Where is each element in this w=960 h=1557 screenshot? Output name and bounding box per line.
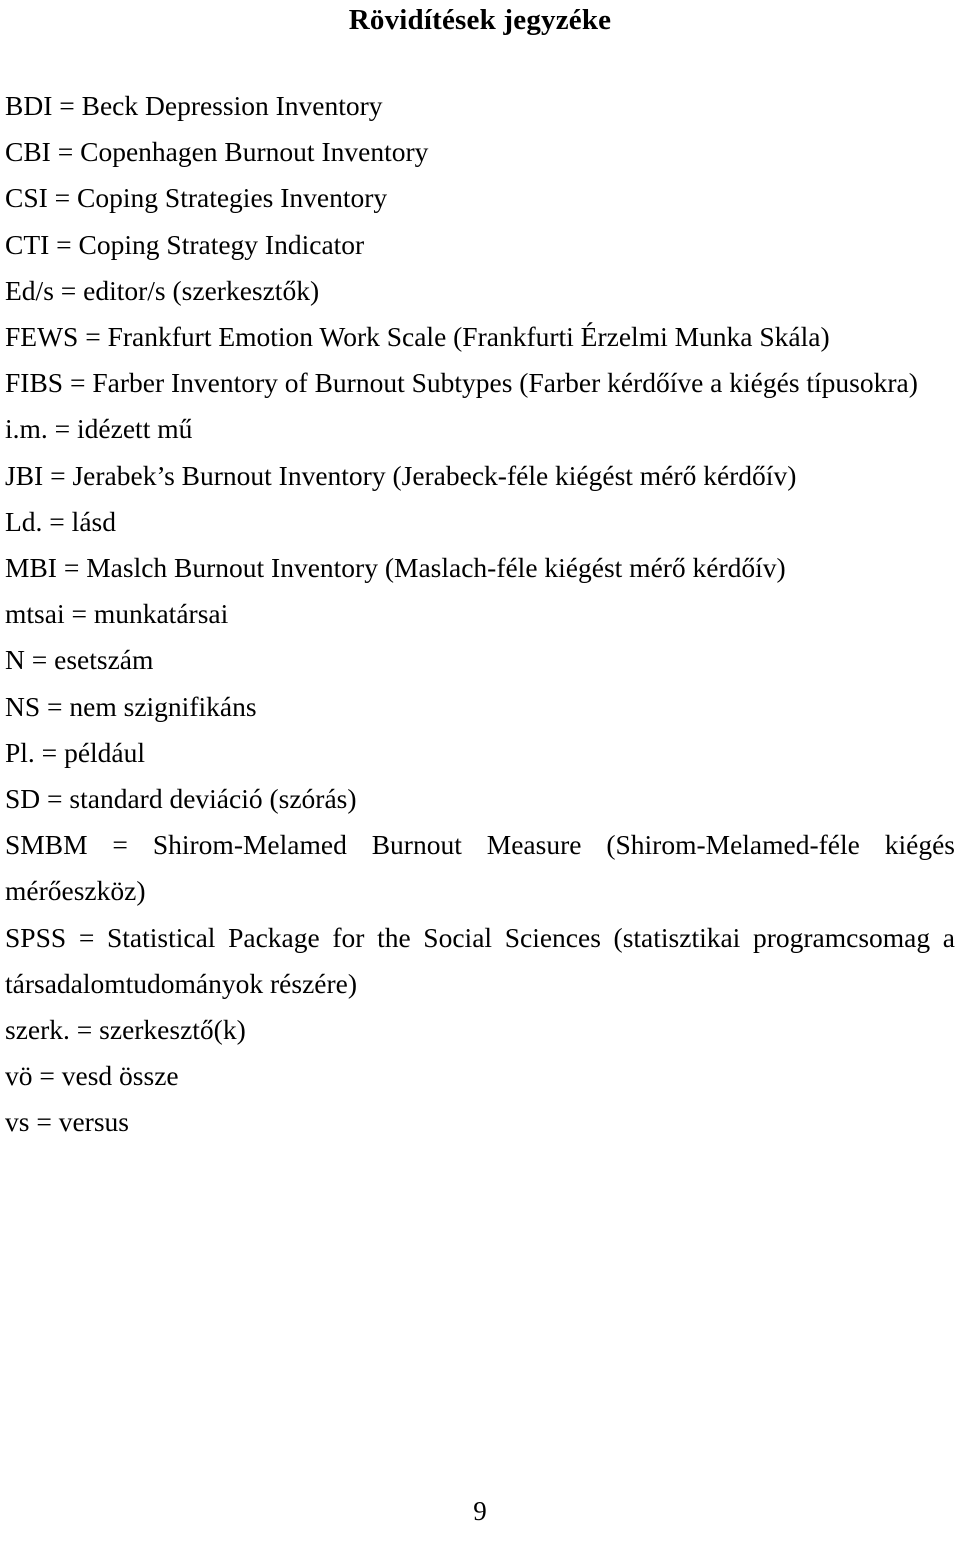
page-number: 9 — [473, 1496, 487, 1526]
abbreviation-entry: Ld. = lásd — [5, 505, 116, 537]
abbreviation-entry: szerk. = szerkesztő(k) — [5, 1014, 246, 1046]
page-title: Rövidítések jegyzéke — [348, 4, 612, 36]
document-page: Rövidítések jegyzéke BDI = Beck Depressi… — [0, 0, 960, 1557]
abbreviation-entry: SPSS = Statistical Package for the Socia… — [5, 921, 955, 999]
abbreviation-entry: Ed/s = editor/s (szerkesztők) — [5, 274, 320, 306]
abbreviation-entry: CTI = Coping Strategy Indicator — [5, 228, 365, 260]
abbreviation-entry: BDI = Beck Depression Inventory — [5, 90, 383, 121]
abbreviation-entry: Pl. = például — [5, 736, 146, 768]
abbreviation-entry: FIBS = Farber Inventory of Burnout Subty… — [5, 367, 918, 399]
abbreviation-entry: CBI = Copenhagen Burnout Inventory — [5, 136, 429, 168]
abbreviation-entry: NS = nem szignifikáns — [5, 690, 257, 722]
abbreviation-entry: N = esetszám — [5, 644, 154, 676]
abbreviation-entry: MBI = Maslch Burnout Inventory (Maslach-… — [5, 552, 786, 584]
abbreviation-entry: mtsai = munkatársai — [5, 598, 229, 630]
abbreviation-entry: CSI = Coping Strategies Inventory — [5, 182, 388, 214]
abbreviation-entry: vs = versus — [5, 1106, 129, 1138]
abbreviation-entry: vö = vesd össze — [5, 1060, 179, 1092]
abbreviation-entry: FEWS = Frankfurt Emotion Work Scale (Fra… — [5, 321, 830, 353]
abbreviation-entry: SMBM = Shirom-Melamed Burnout Measure (S… — [5, 829, 955, 907]
abbreviation-entry: SD = standard deviáció (szórás) — [5, 783, 357, 815]
abbreviation-entry: JBI = Jerabek’s Burnout Inventory (Jerab… — [5, 459, 797, 491]
abbreviation-entry: i.m. = idézett mű — [5, 413, 193, 445]
abbreviation-list: BDI = Beck Depression Inventory CBI = Cop… — [5, 83, 955, 1146]
